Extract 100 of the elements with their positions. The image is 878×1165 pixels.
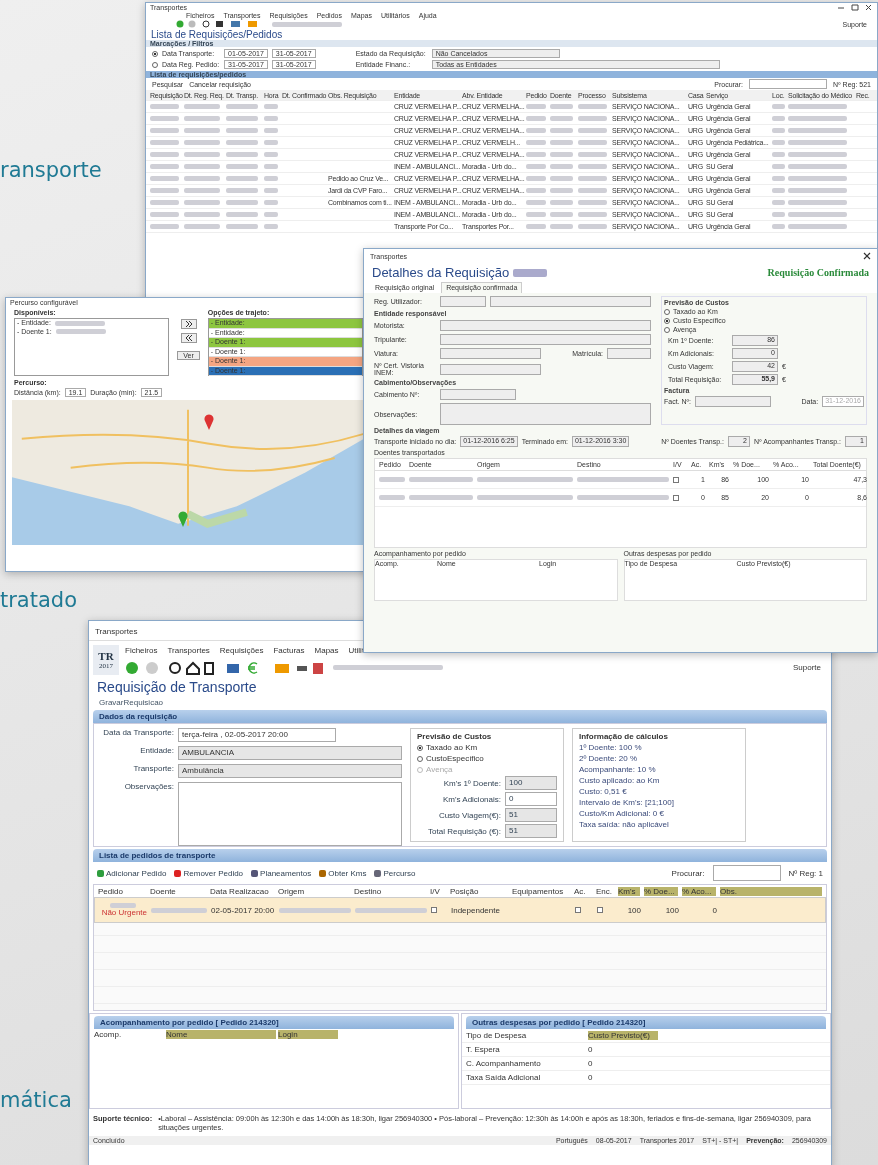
blurred-text bbox=[526, 224, 546, 229]
date-field[interactable]: terça-feira , 02-05-2017 20:00 bbox=[178, 728, 336, 742]
toolbar-button[interactable]: Remover Pedido bbox=[174, 868, 244, 878]
driver-field[interactable] bbox=[440, 320, 651, 331]
blurred-text bbox=[772, 116, 785, 121]
crew-field[interactable] bbox=[440, 334, 651, 345]
toolbar-button[interactable]: Percurso bbox=[374, 868, 416, 878]
blurred-text bbox=[772, 176, 785, 181]
blurred-text bbox=[226, 176, 259, 181]
column-header[interactable]: Doente bbox=[150, 886, 206, 896]
blurred-text bbox=[578, 140, 607, 145]
toolbar-button[interactable]: Adicionar Pedido bbox=[97, 868, 167, 878]
save-button[interactable]: GravarRequisicao bbox=[89, 697, 831, 708]
blurred-text bbox=[788, 176, 848, 181]
radio-button[interactable] bbox=[664, 326, 670, 333]
column-header[interactable]: % Doe... bbox=[644, 886, 678, 896]
toolbar-button[interactable]: Obter Kms bbox=[319, 868, 367, 878]
entity-dropdown[interactable]: AMBULANCIA bbox=[178, 746, 402, 760]
map-pin-icon[interactable] bbox=[178, 511, 188, 527]
blurred-text bbox=[110, 903, 136, 908]
budget-field[interactable] bbox=[440, 389, 516, 400]
section-header: Acompanhamento por pedido [ Pedido 214320] bbox=[94, 1016, 454, 1029]
column-header[interactable]: Origem bbox=[278, 886, 350, 896]
transport-field[interactable]: Ambulância bbox=[178, 764, 402, 778]
blurred-text bbox=[550, 152, 574, 157]
radio-button[interactable] bbox=[417, 755, 423, 762]
vehicle-field[interactable] bbox=[440, 348, 541, 359]
section-header: Lista de pedidos de transporte bbox=[93, 849, 827, 862]
menu-item[interactable]: Ficheiros bbox=[125, 645, 158, 655]
checkbox[interactable] bbox=[431, 907, 437, 914]
table-cell-text: C. Acompanhamento bbox=[466, 1059, 542, 1068]
support-link[interactable]: Suporte bbox=[792, 663, 821, 672]
column-header[interactable]: I/V bbox=[430, 886, 446, 896]
order-row[interactable]: Não Urgente 02-05-2017 20:00 Independente 100 100 0 bbox=[94, 897, 826, 923]
blurred-text bbox=[772, 164, 785, 169]
radio-button[interactable] bbox=[417, 744, 423, 751]
blurred-text bbox=[526, 200, 546, 205]
cost-field[interactable]: 51 bbox=[505, 808, 557, 822]
radio-button[interactable] bbox=[664, 317, 670, 324]
user-id-field[interactable] bbox=[440, 296, 486, 307]
toolbar-button[interactable]: Planeamentos bbox=[251, 868, 312, 878]
checkbox[interactable] bbox=[673, 495, 679, 502]
menu-item[interactable]: Requisições bbox=[219, 645, 264, 655]
column-header[interactable]: Data Realizacao bbox=[210, 886, 274, 896]
checkbox[interactable] bbox=[575, 907, 581, 914]
radio-button[interactable] bbox=[664, 308, 670, 315]
column-header[interactable]: Acomp. bbox=[94, 1030, 164, 1039]
column-header[interactable]: Pedido bbox=[98, 886, 146, 896]
blurred-text bbox=[788, 140, 848, 145]
column-header[interactable]: Nome bbox=[166, 1030, 276, 1039]
cost-field[interactable]: 51 bbox=[505, 824, 557, 838]
map-pin-icon[interactable] bbox=[204, 414, 214, 430]
search-field[interactable] bbox=[749, 79, 828, 89]
move-right-button[interactable] bbox=[180, 319, 197, 329]
blurred-text bbox=[788, 200, 848, 205]
column-header[interactable]: Equipamentos bbox=[512, 886, 570, 896]
column-header[interactable]: Destino bbox=[354, 886, 426, 896]
toolbar-icons[interactable] bbox=[125, 660, 325, 675]
plate-field[interactable] bbox=[607, 348, 651, 359]
column-header[interactable]: Login bbox=[278, 1030, 338, 1039]
menu-item[interactable]: Mapas bbox=[314, 645, 339, 655]
column-header[interactable]: % Aco... bbox=[682, 886, 716, 896]
blurred-text bbox=[550, 176, 574, 181]
menu-item[interactable]: Facturas bbox=[273, 645, 305, 655]
checkbox[interactable] bbox=[673, 477, 679, 484]
blurred-text bbox=[526, 140, 546, 145]
invoice-field[interactable] bbox=[695, 396, 772, 407]
field-label: Custo Viagem(€): bbox=[438, 810, 501, 820]
table-cell-text: Taxa Saída Adicional bbox=[466, 1073, 542, 1082]
cost-field[interactable]: 100 bbox=[505, 776, 557, 790]
certificate-field[interactable] bbox=[440, 363, 541, 375]
blurred-text bbox=[578, 176, 607, 181]
blurred-text bbox=[184, 128, 220, 133]
column-header[interactable]: Posição bbox=[450, 886, 508, 896]
blurred-text bbox=[264, 188, 279, 193]
column-header[interactable]: Ac. bbox=[574, 886, 592, 896]
menu-item[interactable]: Transportes bbox=[167, 645, 210, 655]
group-title: Informação de cálculos bbox=[579, 732, 669, 741]
search-field[interactable] bbox=[712, 865, 781, 881]
cost-field[interactable]: 0 bbox=[505, 792, 557, 806]
user-name-field[interactable] bbox=[490, 296, 651, 307]
move-left-button[interactable] bbox=[180, 333, 197, 343]
radio-button[interactable] bbox=[152, 50, 158, 57]
blurred-text bbox=[550, 140, 574, 145]
column-header[interactable]: Km's bbox=[618, 886, 640, 896]
blurred-text bbox=[150, 188, 179, 193]
blurred-text bbox=[184, 140, 220, 145]
column-header[interactable]: Tipo de Despesa bbox=[466, 1031, 586, 1040]
column-header[interactable]: Obs. bbox=[720, 886, 822, 896]
radio-label: Avença bbox=[426, 765, 453, 774]
blurred-text bbox=[264, 152, 279, 157]
window-controls-icon[interactable] bbox=[837, 4, 873, 11]
blurred-text bbox=[526, 176, 546, 181]
radio-button[interactable] bbox=[152, 61, 158, 68]
column-header[interactable]: Enc. bbox=[596, 886, 614, 896]
column-header[interactable]: Custo Previsto(€) bbox=[588, 1031, 658, 1040]
notes-field[interactable] bbox=[440, 403, 651, 425]
notes-field[interactable] bbox=[178, 782, 402, 846]
checkbox[interactable] bbox=[597, 907, 603, 914]
close-icon[interactable] bbox=[863, 252, 871, 260]
